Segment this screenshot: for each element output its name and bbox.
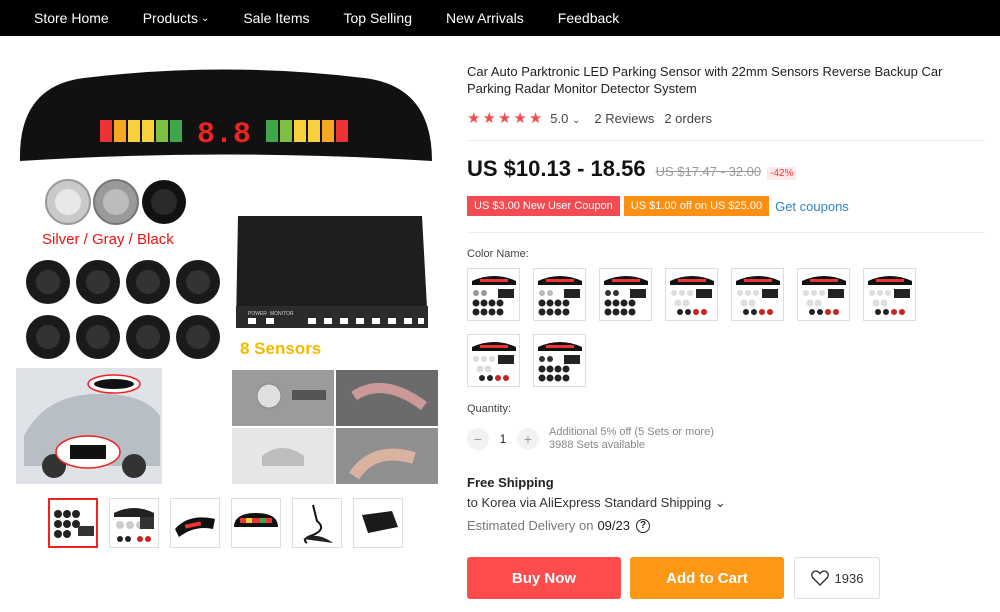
estimated-delivery: Estimated Delivery on 09/23 ? [467,518,650,533]
shipping-title: Free Shipping [467,475,554,490]
quantity-label: Quantity: [467,403,512,415]
main-product-image[interactable]: 8.8 Silver / Gray / Black POWER MONITOR … [14,56,440,488]
wishlist-button[interactable]: 1936 [794,557,880,599]
coupon-row: US $3.00 New User Coupon US $1.00 off on… [467,196,849,216]
store-coupon[interactable]: US $1.00 off on US $25.00 [623,196,770,216]
reviews-link[interactable]: 2 Reviews [594,111,654,126]
original-price: US $17.47 - 32.00 [655,164,762,179]
add-to-cart-button[interactable]: Add to Cart [630,557,784,599]
color-swatches [467,268,937,387]
color-caption: Silver / Gray / Black [42,231,174,248]
rating-dropdown[interactable]: 5.0 ⌄ [550,111,580,126]
quantity-input[interactable]: 1 [489,432,517,446]
shipping-method-dropdown[interactable]: to Korea via AliExpress Standard Shippin… [467,495,726,511]
thumbnail-5[interactable] [292,498,342,548]
nav-label: Store Home [34,10,109,26]
rating-value: 5.0 [550,110,569,126]
wishlist-count: 1936 [834,570,864,586]
rating-row: ★ ★ ★ ★ ★ 5.0 ⌄ 2 Reviews 2 orders [467,109,712,127]
nav-label: Products [142,10,198,26]
kit-label-power: POWER [248,311,267,317]
chevron-down-icon: ⌄ [200,12,210,24]
thumbnail-3[interactable] [170,498,220,548]
color-swatch[interactable] [599,268,652,321]
eta-label: Estimated Delivery on [467,518,594,533]
star-icon: ★ [482,110,496,127]
quantity-decrease-button[interactable]: − [467,428,489,450]
orders-count: 2 orders [664,110,713,126]
thumbnail-4[interactable] [231,498,281,548]
heart-icon [810,570,829,586]
nav-label: New Arrivals [445,10,524,26]
bulk-discount-note: Additional 5% off (5 Sets or more) [549,426,714,438]
sensors-caption: 8 Sensors [240,339,321,358]
color-swatch[interactable] [467,268,520,321]
color-swatch[interactable] [731,268,784,321]
discount-badge: -42% [767,167,797,180]
product-title: Car Auto Parktronic LED Parking Sensor w… [467,64,943,96]
thumbnail-2[interactable] [109,498,159,548]
divider [467,140,985,141]
price-row: US $10.13 - 18.56 US $17.47 - 32.00 -42% [467,156,797,182]
eta-date: 09/23 [597,518,630,533]
nav-label: Feedback [557,10,620,26]
new-user-coupon[interactable]: US $3.00 New User Coupon [467,196,620,216]
chevron-down-icon: ⌄ [571,114,581,126]
star-icon: ★ [467,110,481,127]
thumbnail-6[interactable] [353,498,403,548]
star-rating: ★ ★ ★ ★ ★ [467,109,542,127]
kit-label-monitor: MONITOR [270,311,294,317]
nav-label: Top Selling [343,10,412,26]
nav-feedback[interactable]: Feedback [558,10,619,26]
buy-now-button[interactable]: Buy Now [467,557,621,599]
color-label: Color Name: [467,248,529,260]
nav-label: Sale Items [243,10,310,26]
quantity-row: − 1 + Additional 5% off (5 Sets or more)… [467,426,714,452]
quantity-note: Additional 5% off (5 Sets or more) 3988 … [549,426,714,452]
price: US $10.13 - 18.56 [467,156,646,181]
star-icon: ★ [497,110,512,127]
stock-available: 3988 Sets available [549,439,646,451]
star-icon: ★ [528,110,543,127]
quantity-increase-button[interactable]: + [517,428,539,450]
nav-store-home[interactable]: Store Home [34,10,109,26]
nav-new-arrivals[interactable]: New Arrivals [446,10,524,26]
thumbnail-strip [48,498,403,548]
nav-sale-items[interactable]: Sale Items [243,10,309,26]
color-swatch[interactable] [533,268,586,321]
divider [467,232,985,233]
product-image-illustration: 8.8 Silver / Gray / Black POWER MONITOR … [16,69,438,484]
color-swatch[interactable] [467,334,520,387]
color-swatch[interactable] [533,334,586,387]
color-swatch[interactable] [863,268,916,321]
color-swatch[interactable] [665,268,718,321]
help-icon[interactable]: ? [636,518,650,533]
star-icon: ★ [513,110,527,127]
nav-products[interactable]: Products ⌄ [143,10,210,26]
display-digits: 8.8 [197,118,251,152]
thumbnail-1[interactable] [48,498,98,548]
nav-top-selling[interactable]: Top Selling [343,10,412,26]
top-nav: Store Home Products ⌄ Sale Items Top Sell… [0,0,1000,36]
get-coupons-link[interactable]: Get coupons [775,199,849,214]
color-swatch[interactable] [797,268,850,321]
